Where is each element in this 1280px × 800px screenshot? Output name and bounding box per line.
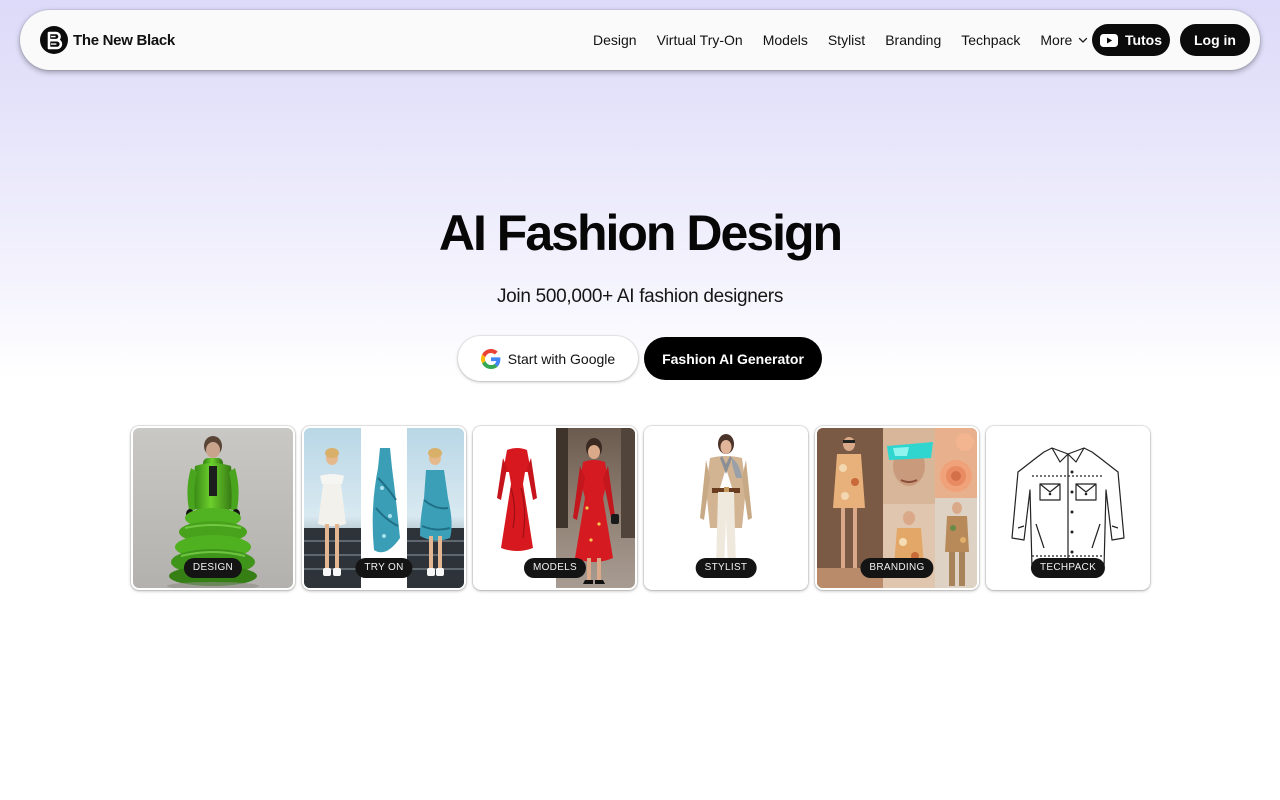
card-branding-label: BRANDING (860, 558, 934, 578)
brand-name: The New Black (73, 31, 175, 49)
card-techpack[interactable]: TECHPACK (986, 426, 1150, 590)
main-nav: Design Virtual Try-On Models Stylist Bra… (583, 30, 1098, 50)
nav-link-branding[interactable]: Branding (875, 32, 951, 48)
nav-link-techpack[interactable]: Techpack (951, 32, 1030, 48)
card-stylist[interactable]: STYLIST (644, 426, 808, 590)
youtube-play-icon (1099, 33, 1118, 47)
card-branding[interactable]: BRANDING (815, 426, 979, 590)
hero-subtitle: Join 500,000+ AI fashion designers (496, 286, 784, 307)
card-stylist-label: STYLIST (695, 558, 757, 578)
top-navbar: The New Black Design Virtual Try-On Mode… (20, 10, 1260, 70)
card-try-on[interactable]: TRY ON (302, 426, 466, 590)
nav-link-virtual-try-on[interactable]: Virtual Try-On (647, 32, 753, 48)
google-button-label: Start with Google (507, 350, 616, 367)
google-g-icon (480, 348, 501, 369)
card-models[interactable]: MODELS (473, 426, 637, 590)
card-techpack-label: TECHPACK (1030, 558, 1106, 578)
nav-link-models[interactable]: Models (753, 32, 818, 48)
fashion-ai-generator-button[interactable]: Fashion AI Generator (644, 337, 822, 380)
hero-title: AI Fashion Design (438, 205, 843, 261)
nav-link-design[interactable]: Design (583, 32, 647, 48)
nav-link-stylist[interactable]: Stylist (818, 32, 875, 48)
card-design-label: DESIGN (183, 558, 243, 578)
login-button[interactable]: Log in (1180, 24, 1250, 56)
start-with-google-button[interactable]: Start with Google (458, 336, 638, 381)
brand-b-logo-icon (40, 26, 68, 54)
card-models-label: MODELS (523, 558, 587, 578)
nav-more-dropdown[interactable]: More (1030, 32, 1098, 48)
nav-more-label: More (1040, 32, 1073, 48)
card-try-on-label: TRY ON (355, 558, 413, 578)
feature-cards: DESIGN TRY ON MODELS STYLIST BRANDING TE… (131, 426, 1150, 590)
brand-logo-link[interactable]: The New Black (40, 26, 175, 54)
card-design[interactable]: DESIGN (131, 426, 295, 590)
chevron-down-icon (1079, 37, 1088, 43)
tutos-button[interactable]: Tutos (1092, 24, 1170, 56)
tutos-label: Tutos (1124, 32, 1163, 48)
